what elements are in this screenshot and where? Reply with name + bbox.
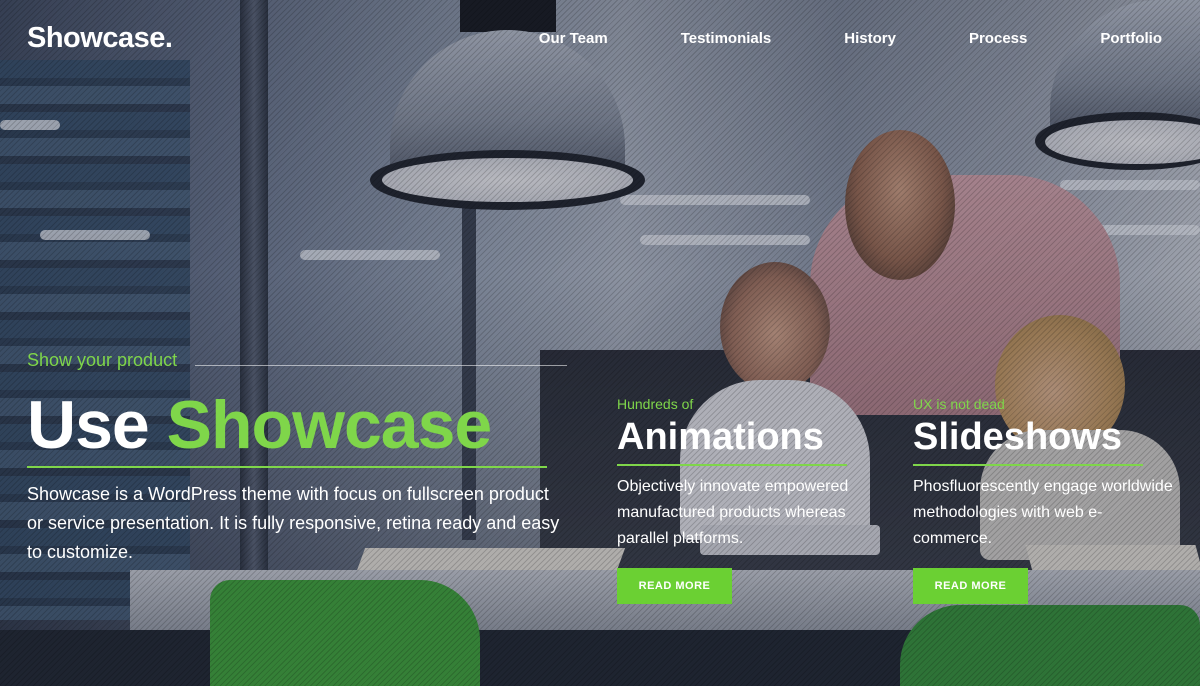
site-logo[interactable]: Showcase. bbox=[27, 22, 173, 55]
feature-title: Slideshows bbox=[913, 416, 1123, 458]
main-nav: Our Team Testimonials History Process Po… bbox=[466, 30, 1162, 47]
feature-description: Objectively innovate empowered manufactu… bbox=[617, 478, 849, 547]
hero-title-highlight: Showcase bbox=[166, 387, 493, 463]
nav-item-portfolio[interactable]: Portfolio bbox=[1100, 30, 1162, 47]
hero-title: Use Showcase bbox=[27, 386, 567, 464]
feature-kicker: UX is not dead bbox=[913, 396, 1005, 412]
read-more-button[interactable]: READ MORE bbox=[617, 568, 732, 604]
hero-kicker-row: Show your product bbox=[27, 350, 567, 374]
feature-kicker: Hundreds of bbox=[617, 396, 694, 412]
hero-section: Show your product Use Showcase Showcase … bbox=[27, 350, 567, 567]
hero-title-plain: Use bbox=[27, 387, 150, 463]
feature-title: Animations bbox=[617, 416, 824, 458]
feature-animations: Hundreds of Animations Objectively innov… bbox=[617, 396, 877, 604]
nav-item-process[interactable]: Process bbox=[969, 30, 1027, 47]
kicker-divider bbox=[195, 365, 567, 366]
feature-description: Phosfluorescently engage worldwide metho… bbox=[913, 478, 1173, 547]
site-header: Showcase. Our Team Testimonials History … bbox=[0, 0, 1200, 80]
feature-divider bbox=[913, 464, 1143, 466]
nav-item-history[interactable]: History bbox=[844, 30, 896, 47]
hero-divider bbox=[27, 466, 547, 468]
nav-item-our-team[interactable]: Our Team bbox=[539, 30, 608, 47]
feature-divider bbox=[617, 464, 847, 466]
hero-description: Showcase is a WordPress theme with focus… bbox=[27, 484, 560, 562]
read-more-button[interactable]: READ MORE bbox=[913, 568, 1028, 604]
feature-slideshows: UX is not dead Slideshows Phosfluorescen… bbox=[913, 396, 1173, 604]
nav-item-testimonials[interactable]: Testimonials bbox=[681, 30, 772, 47]
hero-kicker: Show your product bbox=[27, 350, 178, 370]
